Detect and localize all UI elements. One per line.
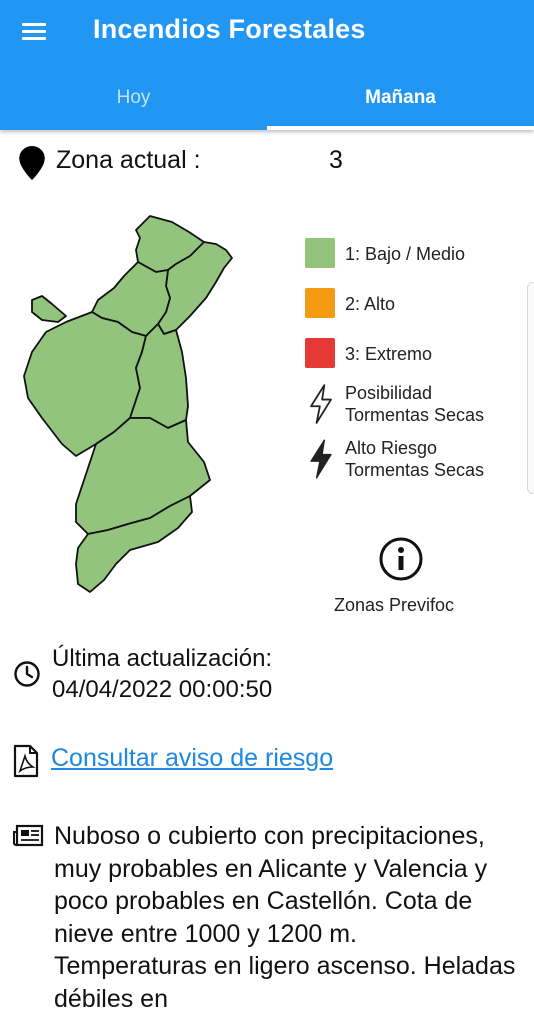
lightning-outline-icon: [310, 384, 332, 424]
last-update-title: Última actualización:: [52, 645, 273, 672]
storm-high-line2: Tormentas Secas: [345, 460, 485, 480]
hamburger-menu-icon[interactable]: [20, 20, 50, 44]
legend-swatch-red: [305, 338, 335, 368]
legend-label: 3: Extremo: [345, 344, 433, 364]
tab-manana[interactable]: Mañana: [267, 64, 534, 130]
app-title: Incendios Forestales: [93, 14, 366, 44]
location-pin-icon: [19, 146, 45, 180]
legend-label: 1: Bajo / Medio: [345, 244, 466, 264]
previfoc-zones-map[interactable]: [18, 212, 240, 602]
map-island-zone: [31, 295, 67, 323]
previfoc-zones-label[interactable]: Zonas Previfoc: [334, 595, 454, 616]
scroll-handle[interactable]: [527, 282, 534, 494]
storm-possible-line1: Posibilidad: [345, 383, 433, 403]
legend-swatch-green: [305, 238, 335, 268]
info-circle-icon[interactable]: [378, 536, 424, 582]
legend-label: 2: Alto: [345, 294, 396, 314]
pdf-file-icon[interactable]: [12, 744, 40, 778]
forecast-text: Nuboso o cubierto con precipitaciones, m…: [54, 822, 516, 1013]
tab-bar: Hoy Mañana: [0, 64, 534, 130]
app-bar: Incendios Forestales Hoy Mañana: [0, 0, 534, 130]
current-zone-value: 3: [329, 146, 343, 174]
storm-possible-line2: Tormentas Secas: [345, 405, 485, 425]
tab-hoy[interactable]: Hoy: [0, 64, 267, 130]
risk-notice-link[interactable]: Consultar aviso de riesgo: [51, 744, 333, 773]
last-update-datetime: 04/04/2022 00:00:50: [52, 676, 273, 703]
lightning-filled-icon: [310, 439, 332, 479]
newspaper-icon: [13, 824, 44, 847]
clock-icon: [14, 661, 40, 687]
storm-high-line1: Alto Riesgo: [345, 438, 438, 458]
legend-swatch-orange: [305, 288, 335, 318]
current-zone-label: Zona actual :: [56, 146, 201, 174]
current-zone-row: Zona actual : 3: [16, 142, 516, 182]
